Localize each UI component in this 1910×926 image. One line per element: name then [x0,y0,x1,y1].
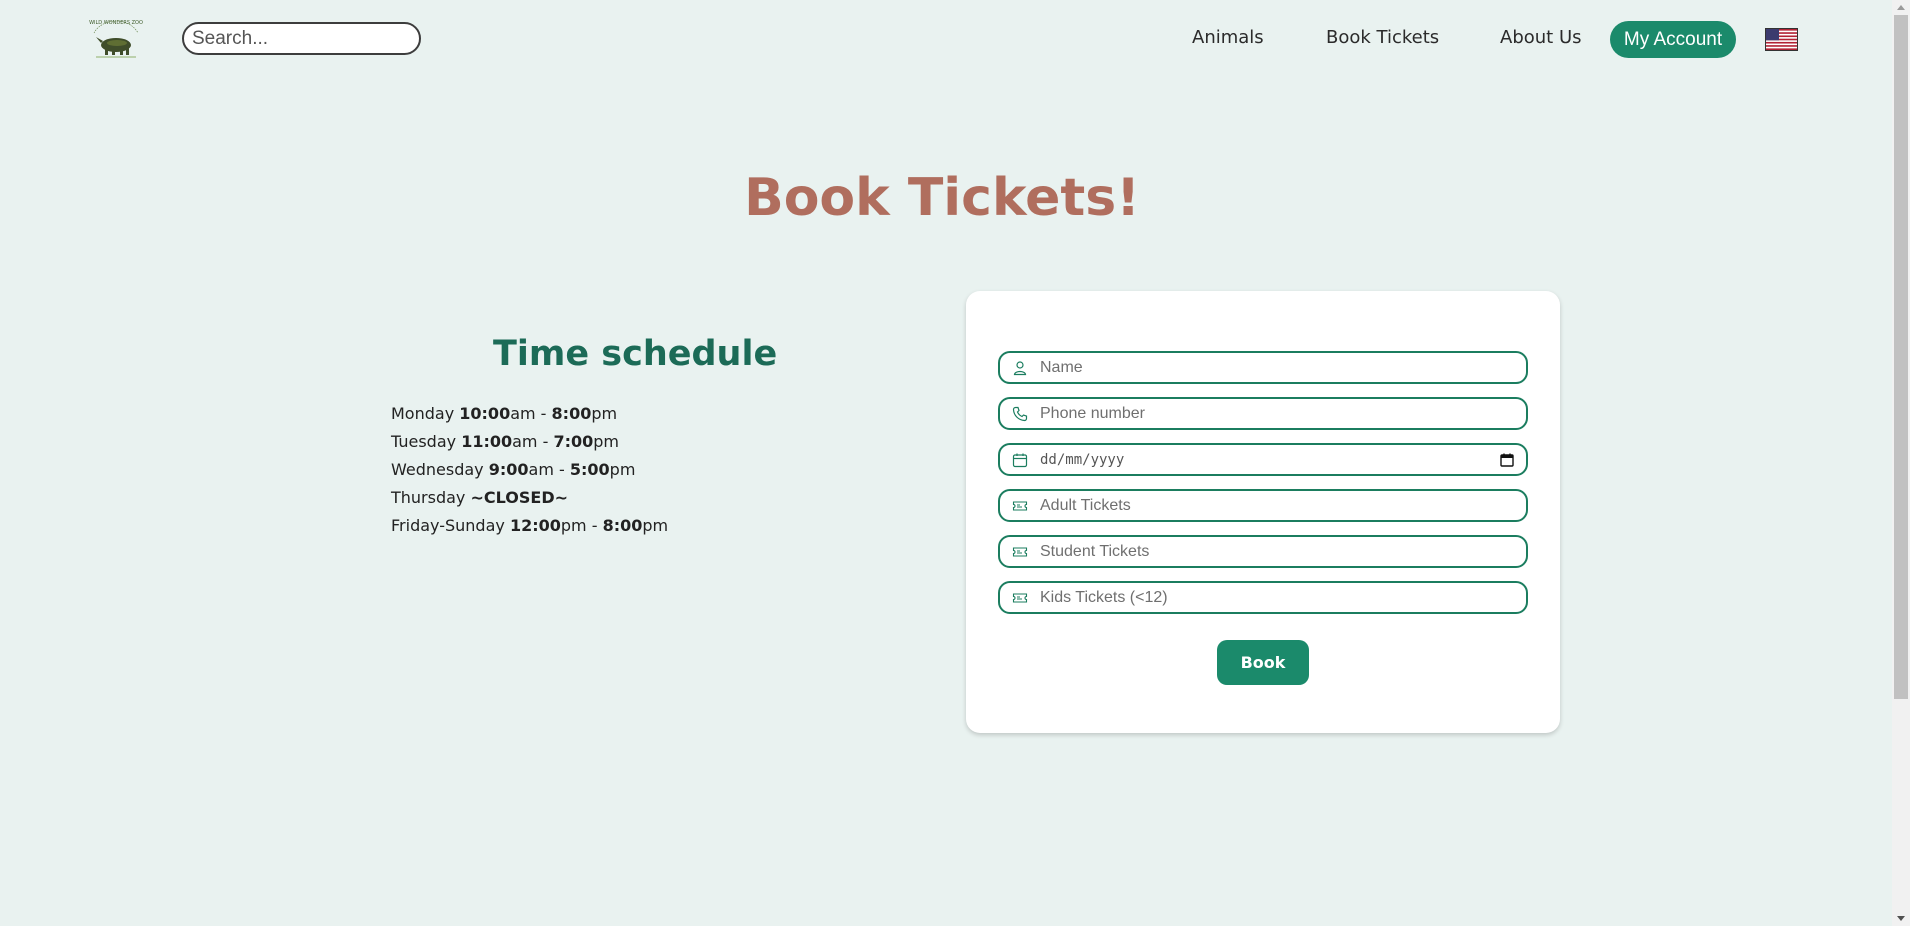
nav-animals-link[interactable]: Animals [1192,27,1264,48]
header: WILD WONDERS ZOO Animals Book Tickets Ab… [0,0,1892,78]
rhino-logo-icon: WILD WONDERS ZOO [89,20,143,58]
name-input[interactable] [1040,353,1526,382]
book-button[interactable]: Book [1217,640,1309,685]
svg-text:WILD WONDERS ZOO: WILD WONDERS ZOO [89,20,143,26]
date-field[interactable]: dd/mm/yyyy [998,443,1528,476]
adult-tickets-field[interactable] [998,489,1528,522]
nav-book-tickets-link[interactable]: Book Tickets [1326,27,1439,48]
adult-tickets-input[interactable] [1040,491,1526,520]
student-tickets-input[interactable] [1040,537,1526,566]
schedule-item-monday: Monday 10:00am - 8:00pm [391,404,618,423]
schedule-list: Monday 10:00am - 8:00pm Tuesday 11:00am … [391,403,791,543]
zoo-logo[interactable]: WILD WONDERS ZOO [86,15,146,61]
scroll-thumb[interactable] [1894,15,1908,699]
ticket-icon [1012,544,1028,560]
page-title: Book Tickets! [744,168,1140,228]
date-input[interactable]: dd/mm/yyyy [1040,452,1500,468]
calendar-icon [1012,452,1028,468]
date-picker-icon[interactable] [1500,453,1514,467]
phone-field[interactable] [998,397,1528,430]
nav-about-us-link[interactable]: About Us [1500,27,1582,48]
phone-icon [1012,406,1028,422]
schedule-item-tuesday: Tuesday 11:00am - 7:00pm [391,432,620,451]
schedule-item-wednesday: Wednesday 9:00am - 5:00pm [391,460,636,479]
kids-tickets-input[interactable] [1040,583,1526,612]
schedule-item-friday-sunday: Friday-Sunday 12:00pm - 8:00pm [391,516,669,535]
booking-form: dd/mm/yyyy Book [966,291,1560,733]
student-tickets-field[interactable] [998,535,1528,568]
my-account-button[interactable]: My Account [1610,21,1736,58]
us-flag-icon[interactable] [1765,28,1798,51]
schedule-title: Time schedule [493,334,778,374]
vertical-scrollbar[interactable] [1892,0,1910,926]
scroll-up-arrow-icon[interactable] [1897,5,1905,10]
person-icon [1012,360,1028,376]
name-field[interactable] [998,351,1528,384]
scroll-down-arrow-icon[interactable] [1897,916,1905,921]
ticket-icon [1012,590,1028,606]
kids-tickets-field[interactable] [998,581,1528,614]
search-input[interactable] [182,22,421,55]
schedule-item-thursday: Thursday ~CLOSED~ [391,488,569,507]
phone-input[interactable] [1040,399,1526,428]
ticket-icon [1012,498,1028,514]
